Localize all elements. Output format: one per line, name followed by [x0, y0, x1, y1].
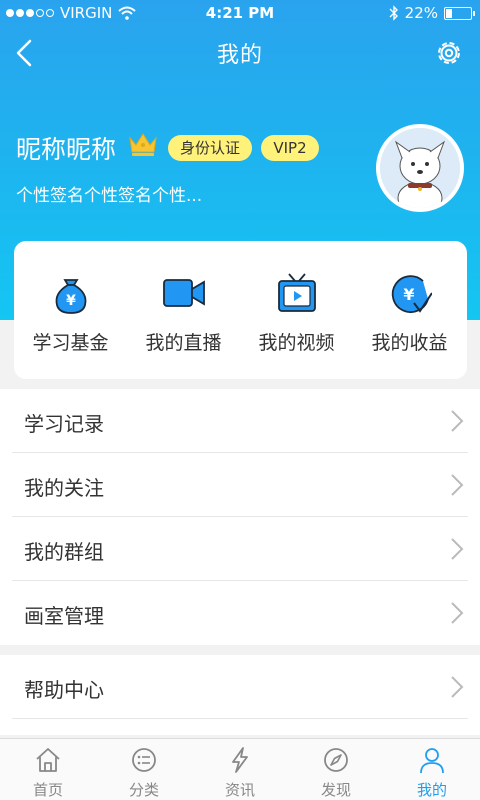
menu-group-help: 帮助中心	[0, 655, 480, 735]
signature: 个性签名个性签名个性...	[16, 186, 203, 206]
tab-label: 分类	[128, 781, 159, 799]
battery-icon	[444, 6, 475, 20]
income-icon: ¥	[391, 275, 432, 313]
chevron-right-icon	[451, 538, 464, 560]
quick-action-my-live[interactable]: 我的直播	[127, 241, 240, 379]
lightning-icon	[232, 747, 248, 773]
quick-action-my-videos[interactable]: 我的视频	[240, 241, 353, 379]
user-icon	[420, 748, 444, 774]
dog-avatar-icon	[380, 128, 460, 208]
money-bag-icon: ¥	[55, 279, 87, 314]
menu-item-label: 帮助中心	[24, 678, 104, 702]
quick-action-label: 学习基金	[32, 332, 109, 354]
quick-action-my-income[interactable]: ¥ 我的收益	[353, 241, 466, 379]
menu-item-my-follows[interactable]: 我的关注	[0, 453, 480, 517]
avatar[interactable]	[376, 124, 464, 212]
menu-item-label: 我的关注	[24, 476, 104, 500]
vip-badge[interactable]: VIP2	[261, 135, 319, 161]
gear-icon[interactable]	[434, 38, 464, 68]
bottom-tab-bar: 首页 分类 资讯 发现 我的	[0, 738, 480, 800]
tab-mine[interactable]: 我的	[384, 739, 480, 800]
nickname: 昵称昵称	[16, 135, 117, 164]
menu-group-main: 学习记录 我的关注 我的群组 画室管理	[0, 389, 480, 645]
menu-item-label: 我的群组	[24, 540, 104, 564]
quick-action-label: 我的视频	[258, 332, 335, 354]
svg-text:¥: ¥	[403, 285, 414, 304]
chevron-right-icon	[451, 602, 464, 624]
tab-label: 首页	[32, 781, 63, 799]
compass-icon	[324, 748, 348, 772]
quick-action-study-fund[interactable]: ¥ 学习基金	[14, 241, 127, 379]
chevron-right-icon	[451, 676, 464, 698]
tab-label: 资讯	[224, 781, 255, 799]
quick-action-label: 我的直播	[145, 332, 222, 354]
video-camera-icon	[163, 279, 205, 307]
category-icon	[132, 748, 156, 772]
menu-item-studio-management[interactable]: 画室管理	[0, 581, 480, 645]
bluetooth-icon	[389, 5, 398, 21]
chevron-right-icon	[451, 410, 464, 432]
tv-play-icon	[278, 273, 316, 312]
menu-item-study-record[interactable]: 学习记录	[0, 389, 480, 453]
battery-percent: 22%	[404, 4, 438, 22]
crown-icon	[129, 133, 157, 156]
tab-category[interactable]: 分类	[96, 739, 192, 800]
tab-label: 我的	[416, 781, 447, 799]
status-bar: VIRGIN 4:21 PM 22%	[0, 0, 480, 26]
identity-badge[interactable]: 身份认证	[168, 135, 252, 161]
menu-item-label: 学习记录	[24, 412, 104, 436]
tab-home[interactable]: 首页	[0, 739, 96, 800]
battery-level	[446, 8, 452, 18]
nav-bar: 我的	[0, 26, 480, 80]
tab-news[interactable]: 资讯	[192, 739, 288, 800]
svg-text:¥: ¥	[66, 293, 76, 309]
tab-label: 发现	[320, 781, 351, 799]
home-icon	[36, 748, 60, 772]
menu-item-help-center[interactable]: 帮助中心	[0, 655, 480, 719]
menu-item-my-groups[interactable]: 我的群组	[0, 517, 480, 581]
page-title: 我的	[216, 43, 263, 68]
quick-actions-card: ¥ 学习基金 我的直播 我的视频 ¥ 我的收益	[14, 241, 467, 379]
menu-item-label: 画室管理	[24, 604, 104, 628]
tab-discover[interactable]: 发现	[288, 739, 384, 800]
quick-action-label: 我的收益	[371, 332, 448, 354]
chevron-right-icon	[451, 474, 464, 496]
divider	[12, 718, 468, 719]
status-right: 22%	[389, 4, 475, 22]
